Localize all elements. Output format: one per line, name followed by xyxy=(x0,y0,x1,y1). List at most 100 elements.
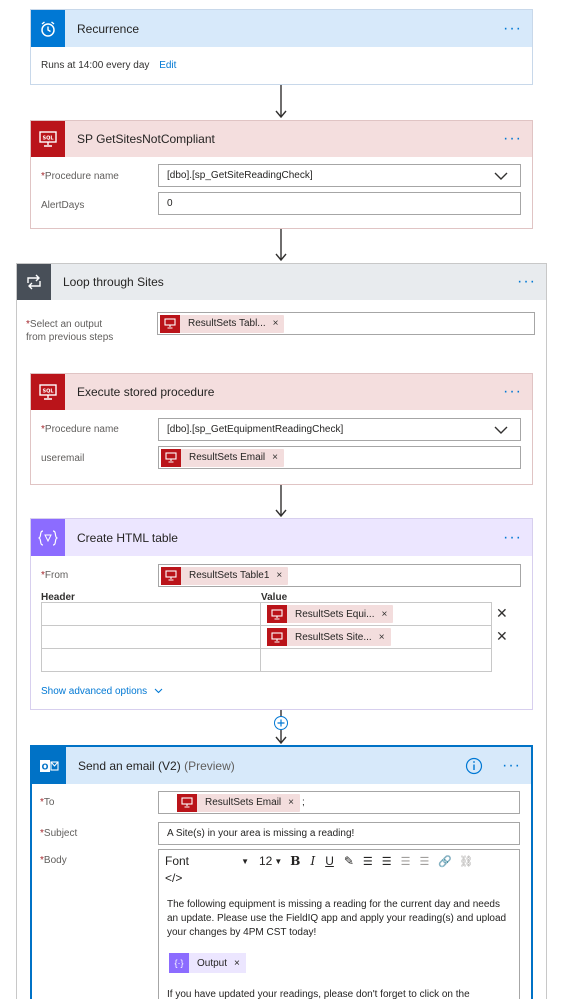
select-output-label: *Select an output from previous steps xyxy=(26,319,114,343)
curly-braces-icon: {·} xyxy=(169,953,189,973)
underline-icon[interactable]: U xyxy=(325,854,334,868)
more-options-icon[interactable]: ··· xyxy=(503,20,522,36)
procedure-name-select[interactable]: [dbo].[sp_GetSiteReadingCheck] xyxy=(158,164,521,187)
body-label: *Body xyxy=(40,855,67,866)
code-view-icon[interactable]: </> xyxy=(165,871,182,885)
loop-arrows-icon xyxy=(17,264,51,300)
recurrence-summary: Runs at 14:00 every day Edit xyxy=(41,60,176,71)
alertdays-input[interactable]: 0 xyxy=(158,192,521,215)
useremail-label: useremail xyxy=(41,453,85,464)
dynamic-token[interactable]: ResultSets Equi... × xyxy=(267,605,394,623)
remove-token-icon[interactable]: × xyxy=(234,958,240,969)
sp-get-sites-card: SQL SP GetSitesNotCompliant ··· *Procedu… xyxy=(30,120,533,229)
body-editor[interactable]: Font ▼ 12 ▼ B I U ✎ ☰ ☰ ☰ ☰ 🔗 ⛓ </> The … xyxy=(158,849,520,999)
more-options-icon[interactable]: ··· xyxy=(503,529,522,545)
recurrence-header[interactable]: Recurrence ··· xyxy=(31,10,532,47)
more-options-icon[interactable]: ··· xyxy=(503,131,522,147)
create-html-table-header[interactable]: Create HTML table ··· xyxy=(31,519,532,556)
sql-monitor-icon xyxy=(160,314,180,333)
remove-token-icon[interactable]: × xyxy=(381,609,387,620)
bulleted-list-icon[interactable]: ☰ xyxy=(363,855,373,868)
bold-icon[interactable]: B xyxy=(290,854,300,868)
to-input[interactable]: ResultSets Email × ; xyxy=(158,791,520,814)
execute-sp-card: SQL Execute stored procedure ··· *Proced… xyxy=(30,373,533,485)
select-output-input[interactable]: ResultSets Tabl... × xyxy=(157,312,535,335)
pen-icon[interactable]: ✎ xyxy=(344,854,354,868)
value-cell[interactable]: ResultSets Equi... × xyxy=(260,602,492,626)
alarm-clock-icon xyxy=(31,10,65,47)
plus-circle-icon[interactable] xyxy=(274,716,288,730)
remove-token-icon[interactable]: × xyxy=(273,318,279,329)
rich-text-toolbar: Font ▼ 12 ▼ B I U ✎ ☰ ☰ ☰ ☰ 🔗 ⛓ xyxy=(165,852,515,870)
output-token[interactable]: {·} Output × xyxy=(169,953,246,973)
link-icon[interactable]: 🔗 xyxy=(438,855,452,868)
sql-monitor-icon xyxy=(177,793,197,812)
more-options-icon[interactable]: ··· xyxy=(503,384,522,400)
recurrence-title: Recurrence xyxy=(77,21,140,36)
info-icon[interactable] xyxy=(465,757,483,775)
increase-indent-icon[interactable]: ☰ xyxy=(420,855,430,868)
create-html-table-card: Create HTML table ··· *From ResultSets T… xyxy=(30,518,533,710)
execute-sp-title: Execute stored procedure xyxy=(77,385,215,399)
flow-arrow-icon xyxy=(275,485,287,518)
edit-link[interactable]: Edit xyxy=(159,60,176,71)
from-input[interactable]: ResultSets Table1 × xyxy=(158,564,521,587)
dynamic-token[interactable]: ResultSets Tabl... × xyxy=(160,314,285,333)
loop-title: Loop through Sites xyxy=(63,275,164,289)
caret-down-icon: ▼ xyxy=(241,856,249,866)
create-html-table-title: Create HTML table xyxy=(77,530,178,545)
dynamic-token[interactable]: ResultSets Email × xyxy=(161,448,284,467)
remove-token-icon[interactable]: × xyxy=(276,570,282,581)
procedure-name-label: *Procedure name xyxy=(41,424,119,435)
chevron-down-icon[interactable] xyxy=(494,171,508,181)
send-email-card: O Send an email (V2) (Preview) ··· *To R… xyxy=(30,745,533,999)
dynamic-token[interactable]: ResultSets Site... × xyxy=(267,628,391,646)
value-cell[interactable]: ResultSets Site... × xyxy=(260,625,492,649)
font-family-select[interactable]: Font ▼ xyxy=(165,854,253,868)
svg-text:O: O xyxy=(42,762,49,771)
delete-row-icon[interactable]: ✕ xyxy=(496,628,508,645)
flow-arrow-icon xyxy=(275,85,287,119)
subject-input[interactable]: A Site(s) in your area is missing a read… xyxy=(158,822,520,845)
procedure-name-select[interactable]: [dbo].[sp_GetEquipmentReadingCheck] xyxy=(158,418,521,441)
sql-monitor-icon xyxy=(161,448,181,467)
caret-down-icon: ▼ xyxy=(274,856,283,866)
more-options-icon[interactable]: ··· xyxy=(517,274,536,290)
decrease-indent-icon[interactable]: ☰ xyxy=(401,855,411,868)
dynamic-token[interactable]: ResultSets Email × xyxy=(177,793,300,812)
useremail-input[interactable]: ResultSets Email × xyxy=(158,446,521,469)
loop-header[interactable]: Loop through Sites ··· xyxy=(17,264,546,300)
header-cell[interactable] xyxy=(41,648,261,672)
unlink-icon[interactable]: ⛓ xyxy=(459,855,473,868)
body-trailing-text: If you have updated your readings, pleas… xyxy=(167,989,470,999)
more-options-icon[interactable]: ··· xyxy=(502,757,521,773)
body-paragraph: The following equipment is missing a rea… xyxy=(167,899,507,938)
alertdays-label: AlertDays xyxy=(41,200,85,211)
chevron-down-icon xyxy=(154,688,163,694)
header-cell[interactable] xyxy=(41,625,261,649)
outlook-icon: O xyxy=(32,747,66,784)
to-label: *To xyxy=(40,797,55,808)
chevron-down-icon[interactable] xyxy=(494,425,508,435)
svg-text:SQL: SQL xyxy=(42,389,54,395)
dynamic-token[interactable]: ResultSets Table1 × xyxy=(161,566,289,585)
show-advanced-options-link[interactable]: Show advanced options xyxy=(41,686,163,697)
send-email-header[interactable]: O Send an email (V2) (Preview) ··· xyxy=(32,747,531,784)
delete-row-icon[interactable]: ✕ xyxy=(496,605,508,622)
font-size-select[interactable]: 12 ▼ xyxy=(259,854,282,868)
remove-token-icon[interactable]: × xyxy=(379,632,385,643)
curly-braces-icon xyxy=(31,519,65,556)
from-label: *From xyxy=(41,570,69,581)
italic-icon[interactable]: I xyxy=(310,854,315,868)
sql-monitor-icon xyxy=(267,628,287,646)
subject-label: *Subject xyxy=(40,828,78,839)
sql-monitor-icon: SQL xyxy=(31,121,65,157)
sp-get-sites-header[interactable]: SQL SP GetSitesNotCompliant ··· xyxy=(31,121,532,157)
sql-monitor-icon xyxy=(161,566,181,585)
remove-token-icon[interactable]: × xyxy=(288,797,294,808)
header-cell[interactable] xyxy=(41,602,261,626)
numbered-list-icon[interactable]: ☰ xyxy=(382,855,392,868)
value-cell[interactable] xyxy=(260,648,492,672)
execute-sp-header[interactable]: SQL Execute stored procedure ··· xyxy=(31,374,532,410)
remove-token-icon[interactable]: × xyxy=(272,452,278,463)
